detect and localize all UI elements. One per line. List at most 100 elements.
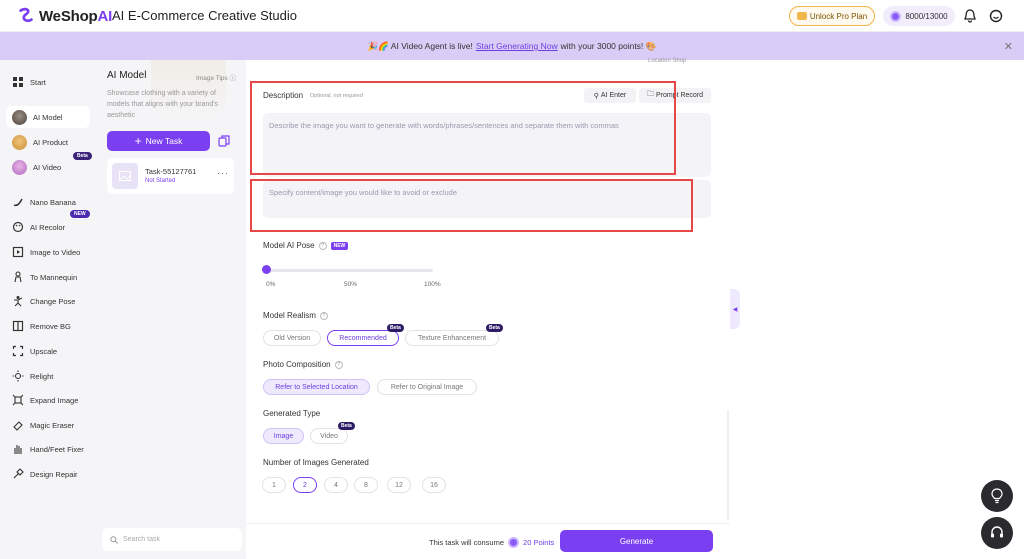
user-avatar-icon[interactable] bbox=[989, 9, 1003, 23]
bell-icon[interactable] bbox=[964, 9, 976, 23]
points-text: 8000/13000 bbox=[905, 11, 948, 21]
support-headset-icon[interactable] bbox=[981, 517, 1013, 549]
sidebar-item-change-pose[interactable]: Change Pose bbox=[6, 290, 90, 312]
count-option-4[interactable]: 4 bbox=[324, 477, 348, 493]
help-icon[interactable]: ? bbox=[319, 311, 328, 320]
collapse-panel-tab[interactable]: ◀ bbox=[730, 289, 740, 329]
preview-area bbox=[740, 60, 1024, 559]
sidebar-item-label: AI Product bbox=[33, 137, 69, 147]
logo-text: WeShopAI bbox=[39, 7, 113, 25]
sidebar-item-image-to-video[interactable]: Image to Video bbox=[6, 241, 90, 263]
sidebar-item-label: Magic Eraser bbox=[30, 420, 75, 430]
sidebar-item-label: Relight bbox=[30, 371, 54, 381]
sidebar-item-ai-video[interactable]: AI Video Beta bbox=[6, 152, 92, 178]
task-status: Not Started bbox=[145, 178, 176, 184]
help-icon[interactable]: ? bbox=[318, 241, 327, 250]
app-title: AI E-Commerce Creative Studio bbox=[112, 8, 297, 23]
count-option-2[interactable]: 2 bbox=[293, 477, 317, 493]
new-task-button[interactable]: + New Task bbox=[107, 131, 210, 151]
close-icon[interactable]: ✕ bbox=[1004, 40, 1013, 53]
location-shop-label: Location Shop bbox=[648, 58, 687, 64]
sidebar-item-expand-image[interactable]: Expand Image bbox=[6, 389, 90, 411]
sidebar-item-ai-model[interactable]: AI Model bbox=[6, 106, 90, 128]
sidebar-item-ai-product[interactable]: AI Product bbox=[6, 131, 90, 153]
type-option-image[interactable]: Image bbox=[263, 428, 304, 444]
consume-points: 20 Points bbox=[523, 538, 555, 547]
more-icon[interactable]: ··· bbox=[217, 168, 229, 178]
count-section: Number of Images Generated bbox=[263, 458, 369, 467]
sidebar-item-hand-feet-fixer[interactable]: Hand/Feet Fixer bbox=[6, 438, 90, 460]
image-tips-link[interactable]: Image Tips ⓘ bbox=[196, 72, 236, 82]
sidebar-item-ai-recolor[interactable]: AI Recolor NEW bbox=[6, 210, 90, 238]
scrollbar[interactable] bbox=[727, 410, 729, 520]
realism-option-recommended[interactable]: Recommended bbox=[327, 330, 399, 346]
beta-badge: Beta bbox=[338, 422, 355, 430]
panel-description: Showcase clothing with a variety of mode… bbox=[107, 90, 219, 119]
task-card[interactable]: Task-55127761 Not Started ··· bbox=[107, 158, 234, 194]
generate-button[interactable]: Generate bbox=[560, 530, 713, 552]
composition-option-original-image[interactable]: Refer to Original Image bbox=[377, 379, 477, 395]
pose-icon bbox=[14, 296, 23, 307]
points-balance[interactable]: 8000/13000 bbox=[883, 6, 955, 26]
sidebar-item-label: Design Repair bbox=[30, 469, 78, 479]
composition-option-selected-location[interactable]: Refer to Selected Location bbox=[263, 379, 370, 395]
realism-option-old[interactable]: Old Version bbox=[263, 330, 321, 346]
sidebar-item-label: Hand/Feet Fixer bbox=[30, 444, 84, 454]
pose-tick: 0% bbox=[266, 281, 276, 288]
pose-slider-handle[interactable] bbox=[262, 265, 271, 274]
banner-prefix: 🎉🌈 AI Video Agent is live! bbox=[367, 40, 473, 51]
crown-icon bbox=[796, 12, 807, 20]
sidebar-item-label: To Mannequin bbox=[30, 272, 78, 282]
generation-form: Location Shop Description Optional, not … bbox=[246, 58, 730, 559]
sidebar-item-to-mannequin[interactable]: To Mannequin bbox=[6, 266, 90, 288]
plus-icon: + bbox=[134, 134, 142, 148]
sidebar-item-label: Change Pose bbox=[30, 296, 76, 306]
video-avatar bbox=[12, 159, 27, 175]
sidebar-item-relight[interactable]: Relight bbox=[6, 365, 90, 387]
pose-tick: 100% bbox=[424, 281, 441, 288]
footer-bar: This task will consume 20 Points Generat… bbox=[246, 523, 730, 559]
task-panel: AI Model Image Tips ⓘ Showcase clothing … bbox=[96, 60, 246, 559]
sidebar-item-label: Start bbox=[30, 77, 46, 87]
realism-option-texture[interactable]: Texture Enhancement bbox=[405, 330, 499, 346]
type-option-video[interactable]: Video bbox=[310, 428, 348, 444]
count-option-1[interactable]: 1 bbox=[262, 477, 286, 493]
sidebar-item-magic-eraser[interactable]: Magic Eraser bbox=[6, 414, 90, 436]
type-section: Generated Type bbox=[263, 409, 320, 418]
count-option-8[interactable]: 8 bbox=[354, 477, 378, 493]
weshop-logo[interactable]: WeShopAI bbox=[17, 7, 112, 25]
eraser-icon bbox=[13, 421, 23, 431]
copy-icon[interactable] bbox=[218, 135, 230, 147]
sidebar-item-label: Image to Video bbox=[30, 247, 81, 257]
realism-section: Model Realism ? bbox=[263, 311, 328, 320]
panel-title: AI Model bbox=[107, 70, 147, 81]
upscale-icon bbox=[12, 345, 24, 357]
lightbulb-icon[interactable] bbox=[981, 480, 1013, 512]
help-icon[interactable]: ? bbox=[334, 360, 343, 369]
info-icon: ⓘ bbox=[229, 75, 237, 82]
palette-icon bbox=[12, 221, 24, 233]
composition-section: Photo Composition ? bbox=[263, 360, 343, 369]
sidebar-item-upscale[interactable]: Upscale bbox=[6, 340, 90, 362]
sidebar-item-label: Upscale bbox=[30, 346, 58, 356]
expand-icon bbox=[12, 394, 24, 406]
image-placeholder-icon bbox=[112, 163, 138, 189]
highlight-box-description bbox=[250, 81, 676, 175]
task-name: Task-55127761 bbox=[145, 167, 197, 176]
count-option-12[interactable]: 12 bbox=[387, 477, 411, 493]
grid-icon bbox=[13, 77, 23, 87]
hand-icon bbox=[14, 445, 22, 454]
film-icon bbox=[12, 246, 24, 258]
pose-slider-track[interactable] bbox=[267, 269, 433, 272]
count-option-16[interactable]: 16 bbox=[422, 477, 446, 493]
sidebar-item-label: AI Recolor bbox=[30, 222, 66, 232]
banner-suffix: with your 3000 points! 🎨 bbox=[560, 40, 657, 51]
unlock-pro-button[interactable]: Unlock Pro Plan bbox=[789, 6, 875, 26]
search-task-input[interactable]: Search task bbox=[102, 528, 242, 551]
product-avatar bbox=[12, 134, 27, 150]
repair-icon bbox=[13, 468, 24, 479]
sidebar-item-remove-bg[interactable]: Remove BG bbox=[6, 315, 90, 337]
sidebar-item-start[interactable]: Start bbox=[6, 71, 90, 93]
sidebar-item-design-repair[interactable]: Design Repair bbox=[6, 463, 90, 485]
banner-link[interactable]: Start Generating Now bbox=[476, 41, 558, 51]
